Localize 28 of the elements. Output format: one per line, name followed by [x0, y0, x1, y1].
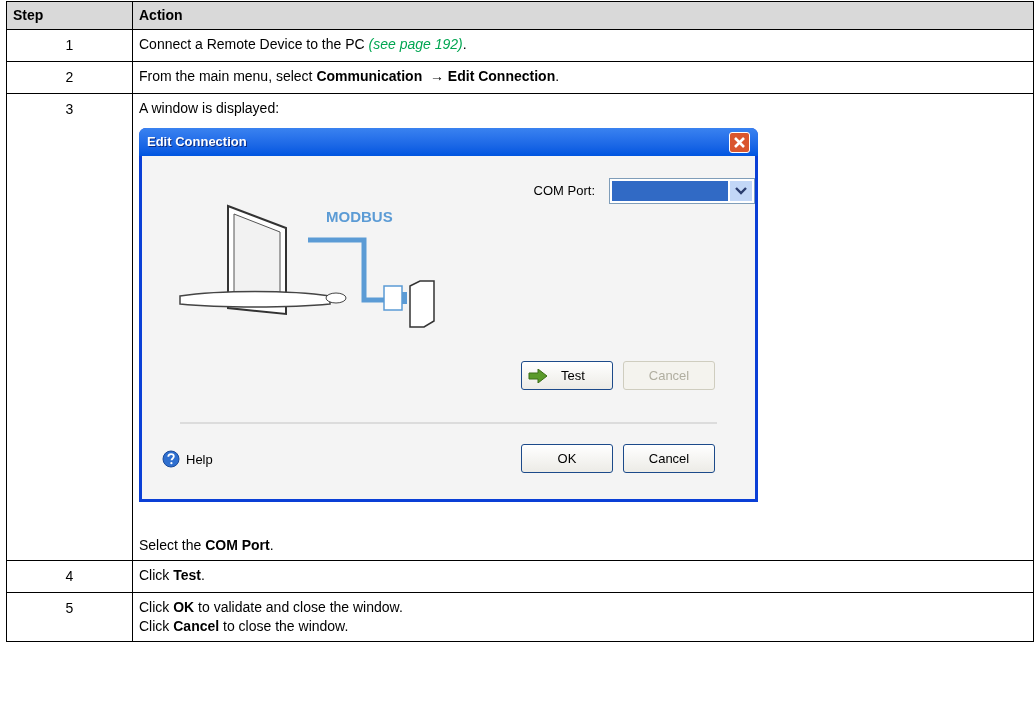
step-number: 5: [6, 592, 133, 642]
close-button[interactable]: [729, 131, 750, 153]
help-icon[interactable]: [162, 449, 180, 468]
step-number: 2: [6, 61, 133, 94]
paragraph: Click OK to validate and close the window.: [139, 598, 404, 617]
paragraph: From the main menu, select Communication → Edit Connection.: [139, 67, 561, 86]
close-icon: [733, 135, 746, 149]
help-link[interactable]: Help: [186, 450, 213, 470]
dialog-button[interactable]: OK: [521, 444, 613, 473]
field-label: COM Port:: [533, 182, 595, 201]
paragraph: A window is displayed:: [139, 99, 281, 118]
step-number: 1: [6, 29, 133, 62]
dialog-button[interactable]: Cancel: [623, 444, 715, 473]
window-title: Edit Connection: [147, 133, 247, 152]
com-port-dropdown[interactable]: [609, 178, 755, 204]
step-number: 4: [6, 560, 133, 593]
paragraph: Click Test.: [139, 566, 206, 585]
protocol-label: MODBUS: [326, 207, 393, 227]
column-header: Step: [6, 1, 133, 30]
dialog-button[interactable]: Test: [521, 361, 613, 390]
step-number: 3: [6, 93, 133, 561]
column-header: Action: [132, 1, 1034, 30]
arrow-icon: [528, 368, 548, 383]
chevron-down-icon: [735, 187, 747, 195]
paragraph: Select the COM Port.: [139, 536, 275, 555]
dropdown-button[interactable]: [730, 181, 752, 201]
paragraph: Connect a Remote Device to the PC (see page 192).: [139, 35, 468, 54]
paragraph: Click Cancel to close the window.: [139, 617, 350, 636]
